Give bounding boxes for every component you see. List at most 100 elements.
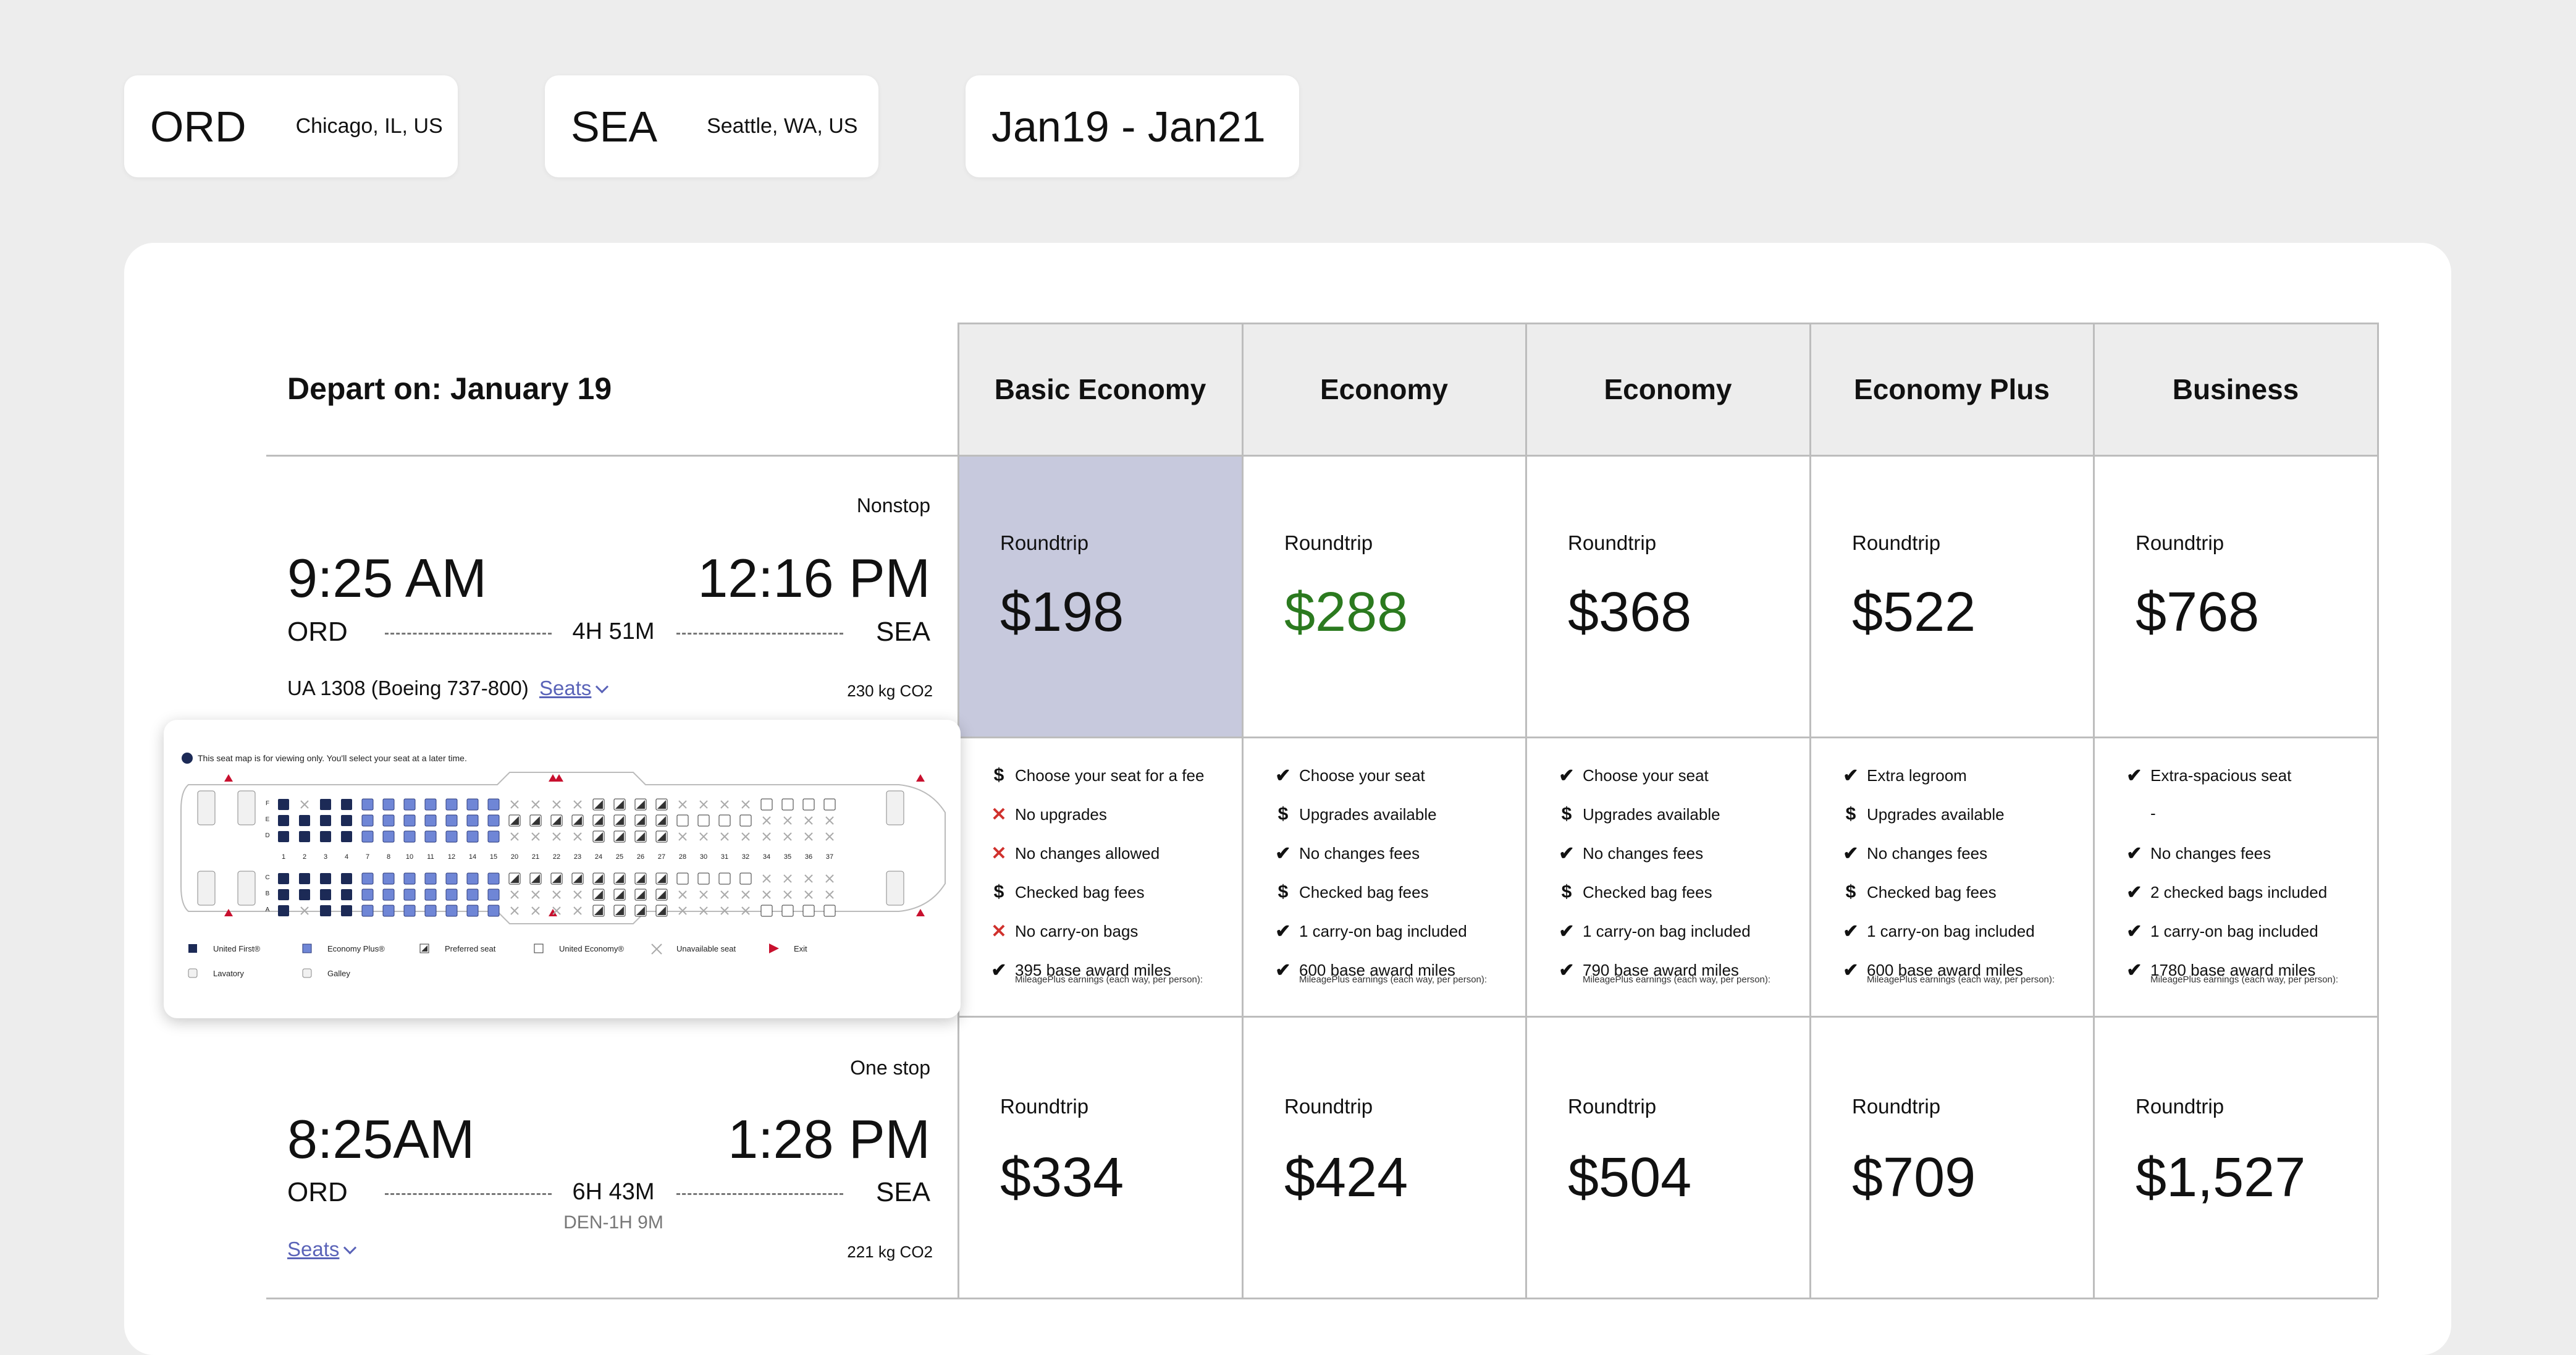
fare-price: $504 bbox=[1568, 1147, 1692, 1209]
seat bbox=[403, 830, 416, 843]
seat bbox=[804, 874, 813, 883]
dollar-icon: $ bbox=[1845, 804, 1856, 824]
date-range-field[interactable]: Jan19 - Jan21 bbox=[966, 75, 1299, 177]
destination-code: SEA bbox=[571, 102, 658, 151]
fare-feature: ✔ No changes fees bbox=[1273, 843, 1420, 864]
seat bbox=[802, 798, 815, 811]
flight-1-depart-time: 9:25 AM bbox=[287, 547, 487, 609]
roundtrip-label: Roundtrip bbox=[1852, 1095, 1941, 1118]
chevron-down-icon bbox=[596, 680, 609, 694]
seat bbox=[466, 830, 479, 843]
check-icon: ✔ bbox=[1559, 960, 1575, 981]
fare-feature-text: Extra-spacious seat bbox=[2150, 766, 2292, 785]
seat-map-popup: This seat map is for viewing only. You'l… bbox=[164, 720, 961, 1018]
seat bbox=[361, 872, 374, 885]
row-number: 22 bbox=[553, 853, 560, 861]
seat bbox=[341, 889, 352, 900]
roundtrip-label: Roundtrip bbox=[1852, 531, 1941, 554]
roundtrip-label: Roundtrip bbox=[2136, 1095, 2225, 1118]
row-number: 14 bbox=[469, 853, 476, 861]
seat bbox=[341, 831, 352, 842]
fare-feature-text: 1 carry-on bag included bbox=[1583, 922, 1751, 940]
check-icon: ✔ bbox=[1559, 766, 1575, 786]
seat bbox=[361, 905, 374, 917]
seat bbox=[382, 814, 395, 827]
seat bbox=[466, 905, 479, 917]
seat bbox=[487, 814, 500, 827]
galley-icon bbox=[197, 790, 216, 825]
fare-feature-text: 1 carry-on bag included bbox=[1867, 922, 2035, 940]
check-icon: ✔ bbox=[2126, 843, 2142, 864]
exit-icon bbox=[224, 909, 233, 916]
legend-exit-icon bbox=[769, 943, 779, 953]
lavatory-icon bbox=[237, 871, 256, 906]
row-number: 21 bbox=[532, 853, 539, 861]
seat bbox=[739, 872, 752, 885]
seat bbox=[720, 800, 729, 809]
seat bbox=[783, 832, 792, 841]
seat bbox=[804, 816, 813, 825]
flight-1-seats-link[interactable]: Seats bbox=[539, 677, 609, 700]
legend-lavatory-icon bbox=[188, 968, 198, 978]
cross-icon: ✕ bbox=[991, 804, 1007, 825]
date-range: Jan19 - Jan21 bbox=[991, 102, 1266, 151]
seat-letter: F bbox=[266, 800, 269, 807]
legend-label: United First® bbox=[213, 944, 260, 953]
flight-2-seats-link[interactable]: Seats bbox=[287, 1238, 357, 1261]
fare-feature: ✔ 2 checked bags included bbox=[2124, 882, 2327, 903]
seat bbox=[531, 832, 540, 841]
seat bbox=[320, 815, 331, 826]
legend-label: Economy Plus® bbox=[327, 944, 385, 953]
fare-feature-text: Extra legroom bbox=[1867, 766, 1967, 785]
origin-field[interactable]: ORD Chicago, IL, US bbox=[124, 75, 458, 177]
legend-label: United Economy® bbox=[559, 944, 624, 953]
fare-feature-text: Checked bag fees bbox=[1299, 882, 1429, 901]
seat bbox=[278, 799, 289, 810]
seat bbox=[552, 890, 561, 899]
check-icon: ✔ bbox=[1275, 960, 1291, 981]
seat bbox=[278, 873, 289, 884]
flight-1-arrive-time: 12:16 PM bbox=[697, 547, 930, 609]
fare-feature-text: Checked bag fees bbox=[1867, 882, 1997, 901]
fare-feature: ✔ Extra-spacious seat bbox=[2124, 765, 2291, 787]
fare-feature-text: Choose your seat bbox=[1299, 766, 1425, 785]
check-icon: ✔ bbox=[1843, 766, 1859, 786]
fare-feature-text: 2 checked bags included bbox=[2150, 883, 2328, 901]
seat bbox=[299, 815, 310, 826]
dollar-icon: $ bbox=[1561, 804, 1572, 824]
fare-feature: $ Checked bag fees bbox=[1557, 882, 1712, 903]
grid-row-line bbox=[958, 737, 2378, 738]
fare-feature: ✔ 1 carry-on bag included bbox=[1841, 921, 2035, 942]
galley-icon bbox=[237, 790, 256, 825]
row-number: 23 bbox=[574, 853, 581, 861]
destination-city: Seattle, WA, US bbox=[707, 114, 858, 138]
row-number: 8 bbox=[387, 853, 390, 861]
flight-1-route-line-right bbox=[676, 633, 843, 635]
row-number: 36 bbox=[805, 853, 812, 861]
miles-note: MileagePlus earnings (each way, per pers… bbox=[1867, 974, 2055, 985]
fare-feature-text: No changes fees bbox=[2150, 844, 2271, 863]
seat bbox=[445, 905, 458, 917]
check-icon: ✔ bbox=[2126, 960, 2142, 981]
destination-field[interactable]: SEA Seattle, WA, US bbox=[545, 75, 878, 177]
seat bbox=[466, 889, 479, 901]
row-number: 37 bbox=[826, 853, 833, 861]
seat bbox=[341, 799, 352, 810]
seat bbox=[760, 798, 773, 811]
seat bbox=[823, 905, 836, 917]
seat bbox=[739, 814, 752, 827]
miles-note: MileagePlus earnings (each way, per pers… bbox=[1299, 974, 1488, 985]
seat bbox=[424, 814, 437, 827]
seat bbox=[320, 799, 331, 810]
seat-letter: C bbox=[265, 874, 269, 881]
fare-price: $334 bbox=[1000, 1147, 1124, 1209]
seat bbox=[299, 873, 310, 884]
seat bbox=[466, 814, 479, 827]
fuselage-outline bbox=[180, 772, 946, 924]
lavatory-icon bbox=[197, 871, 216, 906]
seat bbox=[741, 890, 750, 899]
fare-feature: ✔ No changes fees bbox=[1557, 843, 1703, 864]
row-number: 24 bbox=[595, 853, 602, 861]
legend-plus-icon bbox=[302, 943, 312, 953]
seat bbox=[382, 798, 395, 811]
